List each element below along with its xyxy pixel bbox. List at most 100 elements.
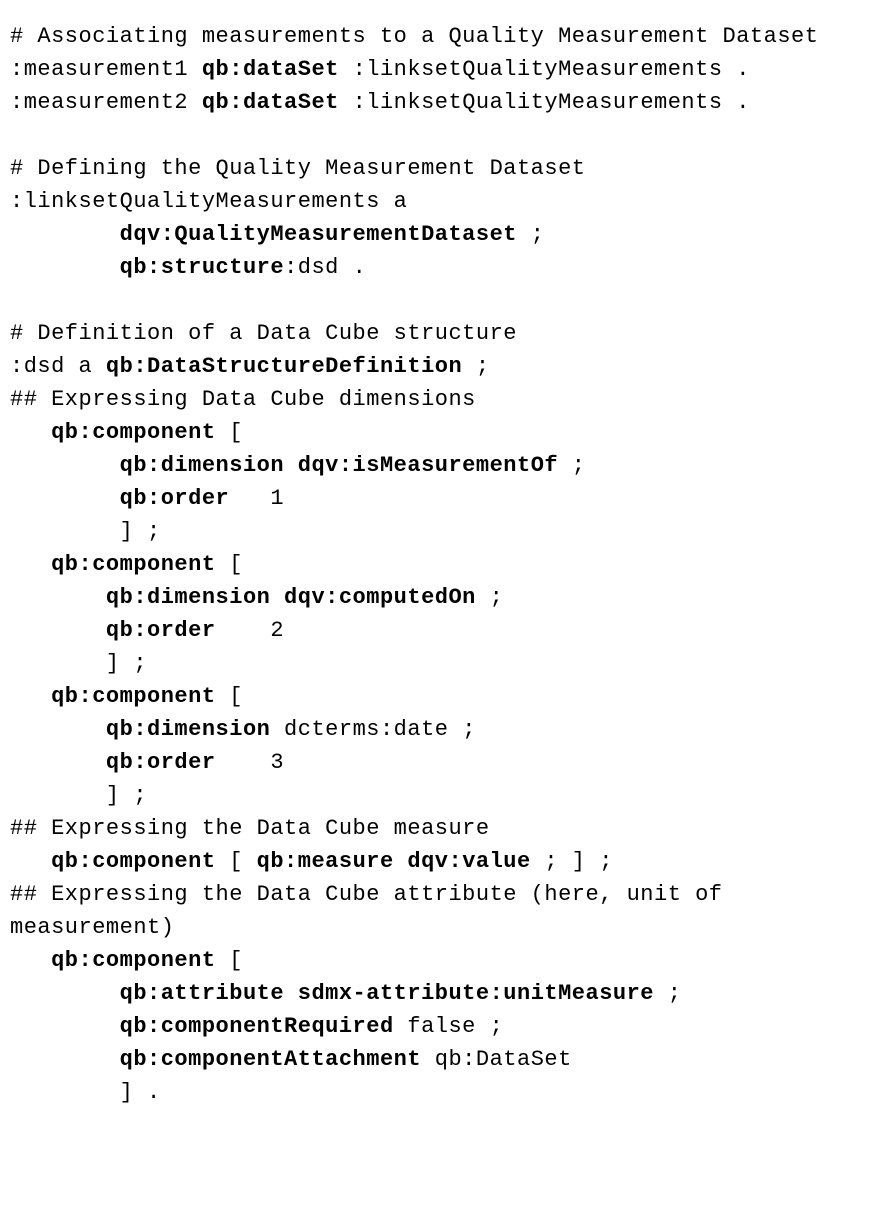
code-segment: :measurement1 xyxy=(10,57,202,82)
code-line: ## Expressing Data Cube dimensions xyxy=(10,383,886,416)
code-segment xyxy=(10,255,120,280)
code-line: ## Expressing the Data Cube measure xyxy=(10,812,886,845)
code-segment: qb:component xyxy=(51,948,215,973)
code-segment: 1 xyxy=(229,486,284,511)
code-segment: dqv:QualityMeasurementDataset xyxy=(120,222,517,247)
code-segment xyxy=(10,684,51,709)
code-segment: ] ; xyxy=(10,783,147,808)
code-segment: :measurement2 xyxy=(10,90,202,115)
code-segment: [ xyxy=(216,948,243,973)
code-segment xyxy=(10,585,106,610)
code-segment: ; xyxy=(517,222,544,247)
code-segment xyxy=(10,486,120,511)
code-line: :measurement2 qb:dataSet :linksetQuality… xyxy=(10,86,886,119)
code-line: qb:component [ xyxy=(10,944,886,977)
code-segment: ## Expressing the Data Cube attribute (h… xyxy=(10,882,736,940)
code-segment: qb:dimension dqv:isMeasurementOf xyxy=(120,453,558,478)
code-segment xyxy=(10,618,106,643)
code-segment xyxy=(10,1047,120,1072)
code-line: # Associating measurements to a Quality … xyxy=(10,20,886,53)
code-line: ] ; xyxy=(10,647,886,680)
code-segment: qb:order xyxy=(120,486,230,511)
code-line: qb:componentRequired false ; xyxy=(10,1010,886,1043)
code-segment: ; xyxy=(654,981,681,1006)
code-segment xyxy=(10,849,51,874)
code-segment: ] ; xyxy=(10,519,161,544)
code-segment xyxy=(10,750,106,775)
code-segment: :linksetQualityMeasurements . xyxy=(339,57,750,82)
code-line: qb:component [ xyxy=(10,548,886,581)
code-segment: ## Expressing the Data Cube measure xyxy=(10,816,490,841)
code-segment: qb:component xyxy=(51,684,215,709)
code-segment: qb:component xyxy=(51,420,215,445)
code-line: ] . xyxy=(10,1076,886,1109)
code-segment: # Defining the Quality Measurement Datas… xyxy=(10,156,586,181)
code-segment: ; ] ; xyxy=(531,849,613,874)
code-segment: qb:dataSet xyxy=(202,90,339,115)
code-segment xyxy=(10,552,51,577)
code-segment: 2 xyxy=(216,618,285,643)
code-segment: false ; xyxy=(394,1014,504,1039)
code-line: :linksetQualityMeasurements a xyxy=(10,185,886,218)
code-line: qb:dimension dqv:computedOn ; xyxy=(10,581,886,614)
code-segment xyxy=(10,420,51,445)
code-segment xyxy=(10,981,120,1006)
code-block: # Associating measurements to a Quality … xyxy=(10,20,886,1109)
code-segment: :linksetQualityMeasurements . xyxy=(339,90,750,115)
code-line: dqv:QualityMeasurementDataset ; xyxy=(10,218,886,251)
code-line: qb:component [ qb:measure dqv:value ; ] … xyxy=(10,845,886,878)
code-segment: qb:DataSet xyxy=(421,1047,572,1072)
code-segment: qb:component xyxy=(51,849,215,874)
code-segment: ] ; xyxy=(10,651,147,676)
code-line: qb:dimension dcterms:date ; xyxy=(10,713,886,746)
code-line: qb:dimension dqv:isMeasurementOf ; xyxy=(10,449,886,482)
code-segment: 3 xyxy=(216,750,285,775)
code-segment: qb:order xyxy=(106,750,216,775)
code-segment: qb:dimension xyxy=(106,717,270,742)
code-line: :measurement1 qb:dataSet :linksetQuality… xyxy=(10,53,886,86)
code-line: ] ; xyxy=(10,779,886,812)
code-line: qb:attribute sdmx-attribute:unitMeasure … xyxy=(10,977,886,1010)
code-segment xyxy=(10,717,106,742)
code-line xyxy=(10,119,886,152)
code-line: qb:component [ xyxy=(10,416,886,449)
code-segment: qb:measure dqv:value xyxy=(257,849,531,874)
code-segment: :dsd a xyxy=(10,354,106,379)
code-segment: :linksetQualityMeasurements a xyxy=(10,189,407,214)
code-line: qb:structure:dsd . xyxy=(10,251,886,284)
code-segment xyxy=(10,222,120,247)
code-segment xyxy=(10,1014,120,1039)
code-line: ] ; xyxy=(10,515,886,548)
code-segment: [ xyxy=(216,552,243,577)
code-line: ## Expressing the Data Cube attribute (h… xyxy=(10,878,886,944)
code-segment: [ xyxy=(216,684,243,709)
code-segment: [ xyxy=(216,420,243,445)
code-segment: qb:componentRequired xyxy=(120,1014,394,1039)
code-segment xyxy=(10,948,51,973)
code-segment: # Associating measurements to a Quality … xyxy=(10,24,818,49)
code-line: qb:order 2 xyxy=(10,614,886,647)
code-segment: ## Expressing Data Cube dimensions xyxy=(10,387,476,412)
code-line xyxy=(10,284,886,317)
code-segment: qb:dataSet xyxy=(202,57,339,82)
code-segment: # Definition of a Data Cube structure xyxy=(10,321,517,346)
code-segment: ] . xyxy=(10,1080,161,1105)
code-segment: qb:componentAttachment xyxy=(120,1047,421,1072)
code-line: qb:order 1 xyxy=(10,482,886,515)
code-segment: qb:order xyxy=(106,618,216,643)
code-segment: qb:DataStructureDefinition xyxy=(106,354,462,379)
code-line: :dsd a qb:DataStructureDefinition ; xyxy=(10,350,886,383)
code-segment: qb:structure xyxy=(120,255,284,280)
code-line: qb:componentAttachment qb:DataSet xyxy=(10,1043,886,1076)
code-line: # Definition of a Data Cube structure xyxy=(10,317,886,350)
code-segment: qb:attribute sdmx-attribute:unitMeasure xyxy=(120,981,654,1006)
code-line: qb:component [ xyxy=(10,680,886,713)
code-segment: dcterms:date ; xyxy=(270,717,476,742)
code-line: qb:order 3 xyxy=(10,746,886,779)
code-segment: ; xyxy=(462,354,489,379)
code-segment: qb:dimension dqv:computedOn xyxy=(106,585,476,610)
code-segment: ; xyxy=(476,585,503,610)
code-line: # Defining the Quality Measurement Datas… xyxy=(10,152,886,185)
code-segment: [ xyxy=(216,849,257,874)
code-segment: :dsd . xyxy=(284,255,366,280)
